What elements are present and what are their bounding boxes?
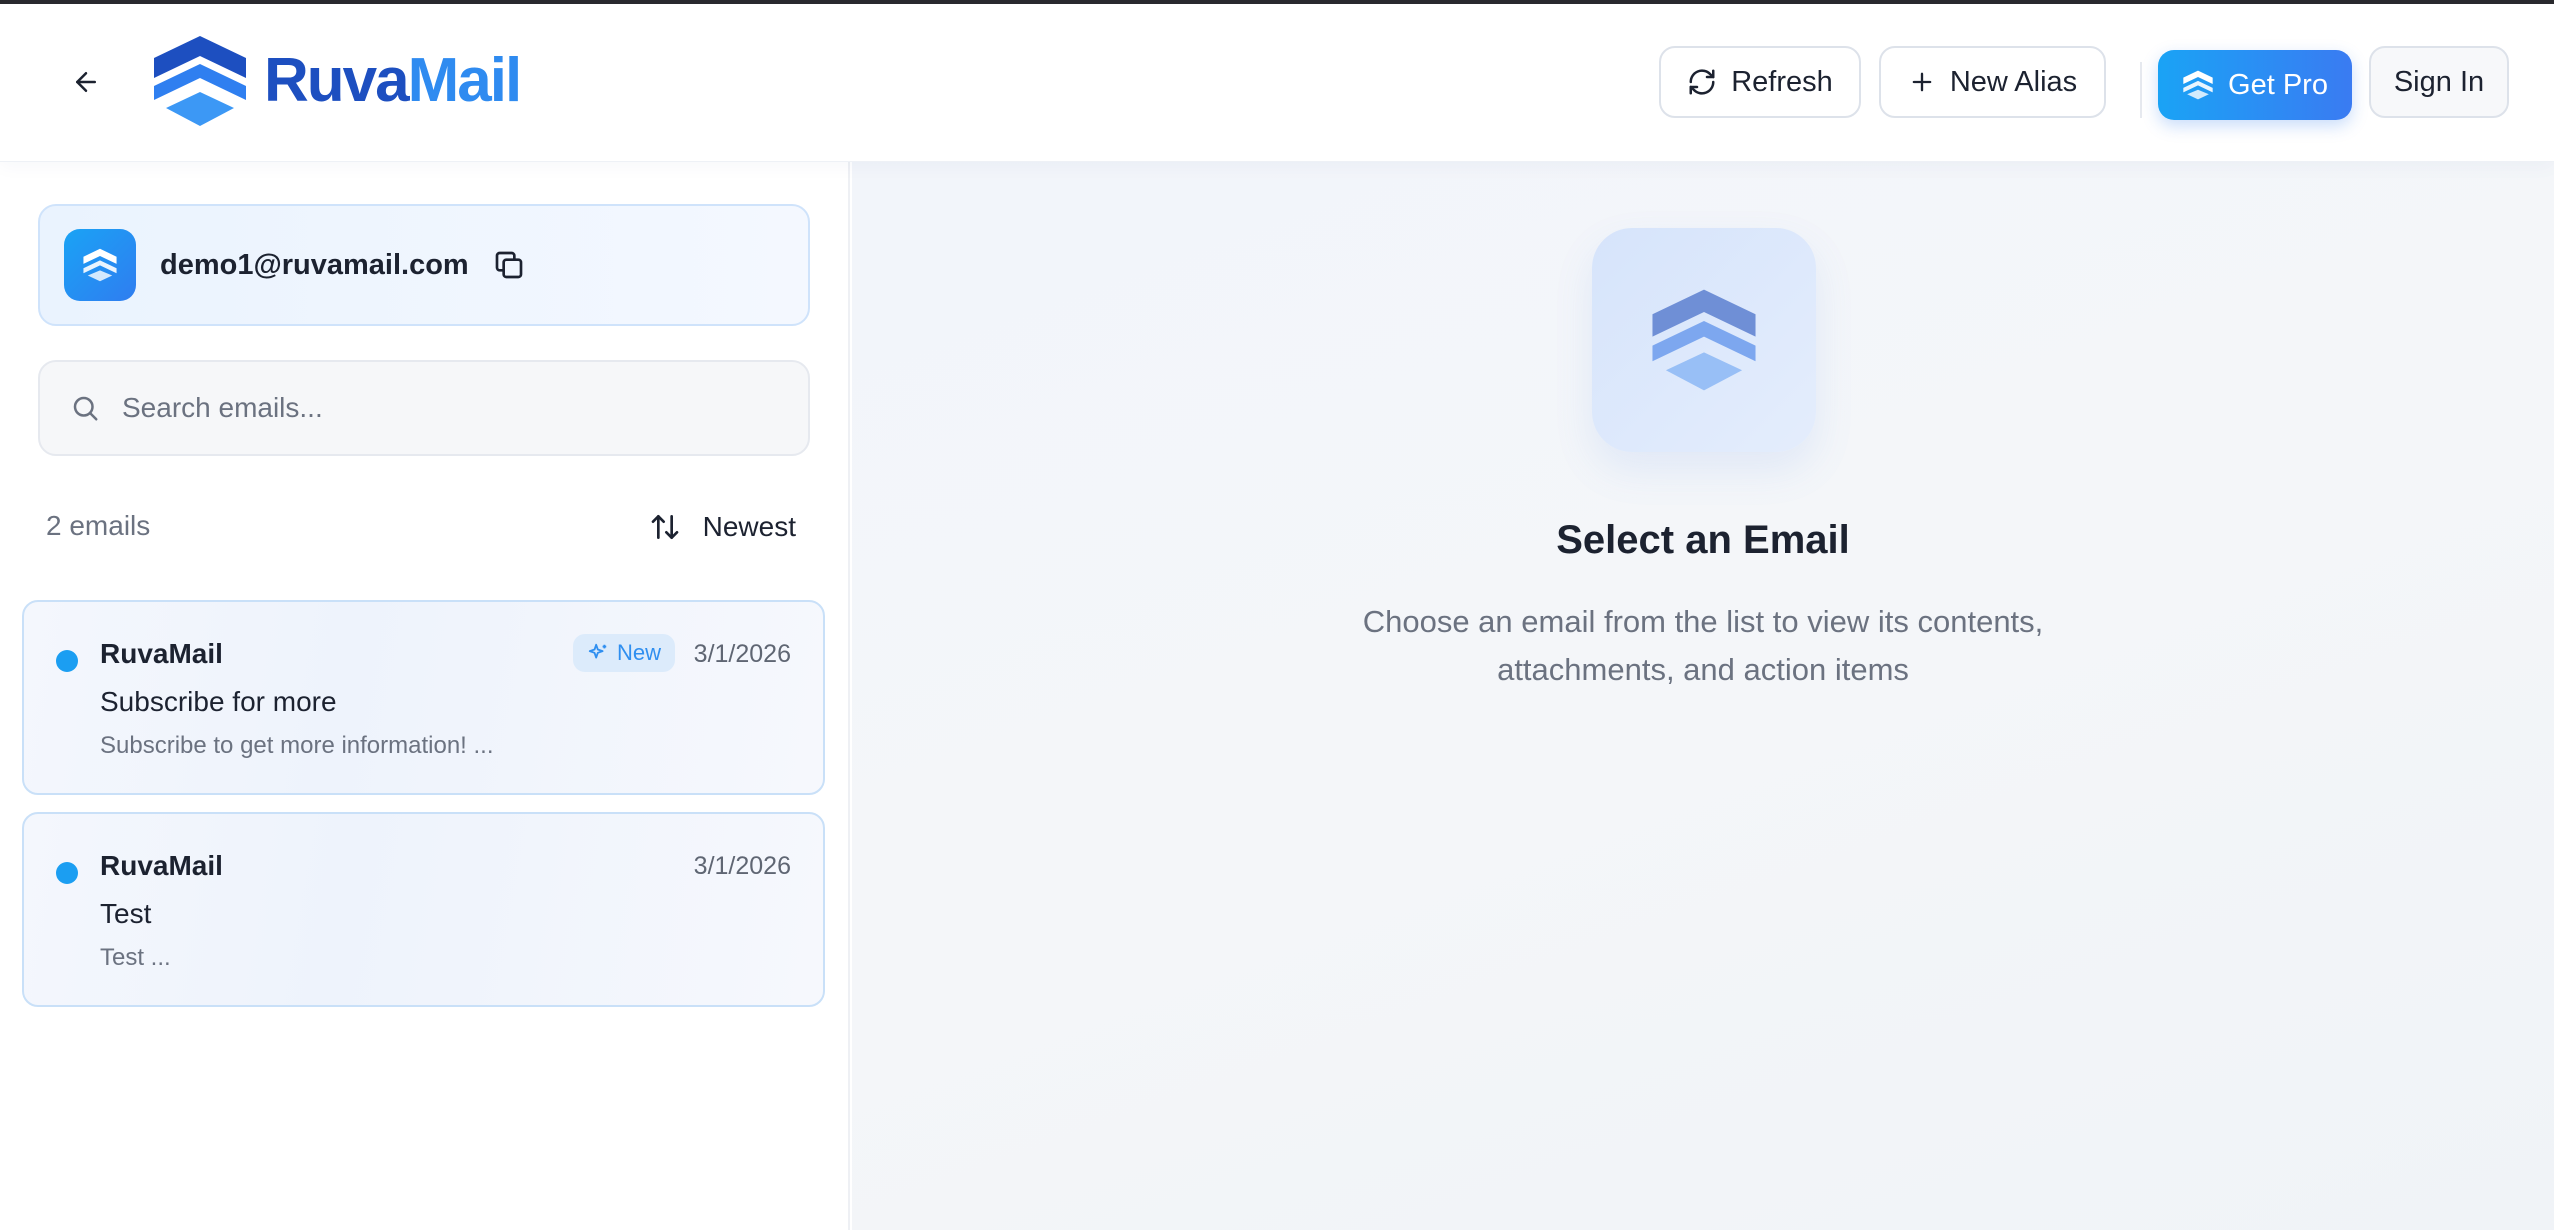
brand-wordmark: RuvaMail	[264, 50, 522, 112]
plus-icon	[1908, 68, 1936, 96]
unread-indicator	[56, 862, 78, 884]
sort-arrows-icon	[649, 511, 681, 543]
account-email: demo1@ruvamail.com	[160, 248, 469, 281]
refresh-button[interactable]: Refresh	[1659, 46, 1861, 118]
sign-in-label: Sign In	[2393, 65, 2485, 98]
copy-icon	[495, 251, 523, 279]
brand-wordmark-part1: Ruva	[264, 46, 410, 115]
new-alias-label: New Alias	[1949, 65, 2078, 98]
email-preview: Test ...	[100, 944, 171, 971]
arrow-left-icon	[76, 72, 96, 92]
search-input[interactable]	[122, 392, 762, 424]
refresh-icon	[1687, 67, 1717, 97]
brand-logo[interactable]: RuvaMail	[150, 34, 522, 128]
sort-button[interactable]: Newest	[649, 502, 796, 552]
account-card: demo1@ruvamail.com	[38, 204, 810, 326]
email-subject: Test	[100, 898, 152, 929]
email-sidebar: demo1@ruvamail.com 2 emails Newest RuvaM…	[0, 162, 850, 1230]
ruvamail-logo-icon	[1652, 289, 1756, 391]
email-sender: RuvaMail	[100, 850, 223, 881]
empty-state-title: Select an Email	[1556, 518, 1850, 562]
sort-label: Newest	[702, 511, 796, 542]
empty-state-subtitle: Choose an email from the list to view it…	[1362, 604, 2044, 687]
ruvamail-logo-icon	[2182, 70, 2214, 100]
ruvamail-logo-icon	[83, 248, 117, 282]
get-pro-button[interactable]: Get Pro	[2158, 50, 2352, 120]
ruvamail-logo-icon	[154, 36, 246, 126]
app-header: RuvaMail Refresh New Alias Get Pro Sign …	[0, 4, 2554, 162]
brand-wordmark-part2: Mail	[407, 46, 523, 115]
account-avatar	[64, 229, 136, 301]
new-badge-label: New	[616, 640, 661, 665]
empty-state-logo	[1592, 228, 1816, 452]
email-subject: Subscribe for more	[100, 686, 337, 717]
sparkle-icon	[587, 642, 609, 664]
email-viewer: Select an Email Choose an email from the…	[852, 162, 2554, 1230]
sign-in-button[interactable]: Sign In	[2369, 46, 2509, 118]
email-date: 3/1/2026	[693, 852, 791, 880]
new-badge: New	[572, 634, 675, 672]
copy-email-button[interactable]	[491, 247, 527, 283]
search-box	[38, 360, 810, 456]
unread-indicator	[56, 650, 78, 672]
email-list-item[interactable]: RuvaMail 3/1/2026 Test Test ...	[22, 812, 825, 1007]
email-preview: Subscribe to get more information! ...	[100, 732, 494, 759]
new-alias-button[interactable]: New Alias	[1879, 46, 2106, 118]
list-toolbar: 2 emails Newest	[46, 502, 796, 552]
email-list-item[interactable]: RuvaMail New 3/1/2026 Subscribe for more…	[22, 600, 825, 795]
refresh-label: Refresh	[1731, 65, 1833, 98]
back-button[interactable]	[60, 56, 112, 108]
search-icon	[73, 396, 98, 421]
email-count: 2 emails	[46, 510, 151, 541]
email-sender: RuvaMail	[100, 638, 223, 669]
header-divider	[2140, 62, 2142, 118]
email-date: 3/1/2026	[693, 640, 791, 668]
get-pro-label: Get Pro	[2228, 68, 2328, 101]
